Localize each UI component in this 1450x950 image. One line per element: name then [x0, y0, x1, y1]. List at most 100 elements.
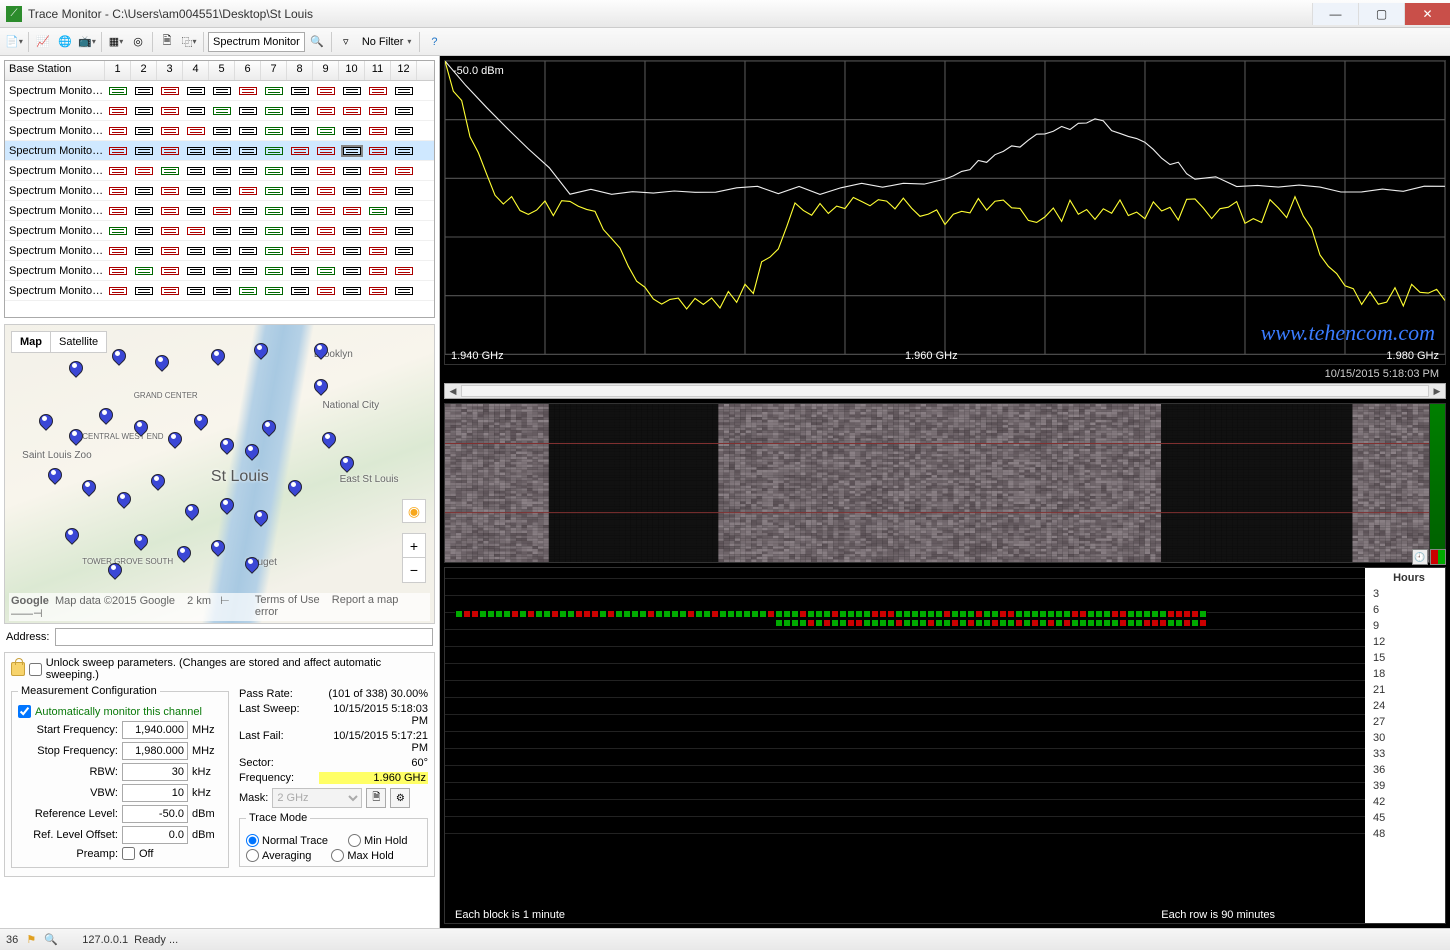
address-input[interactable]: [55, 628, 433, 646]
map-tab-satellite[interactable]: Satellite: [51, 332, 106, 352]
base-station-grid[interactable]: Base Station 1 2 3 4 5 6 7 8 9 10 11 12 …: [4, 60, 435, 318]
last-sweep-value: 10/15/2015 5:18:03 PM: [319, 703, 428, 727]
map-pin-icon[interactable]: [245, 557, 257, 575]
map-pin-icon[interactable]: [322, 432, 334, 450]
pegman-icon[interactable]: [402, 499, 426, 523]
table-row[interactable]: Spectrum Monito…: [5, 201, 434, 221]
map-pin-icon[interactable]: [99, 408, 111, 426]
map-pin-icon[interactable]: [117, 492, 129, 510]
ref-level-label: -50.0 dBm: [453, 65, 504, 77]
zoom-out-button[interactable]: −: [403, 558, 425, 582]
view-mode-combo[interactable]: Spectrum Monitor: [208, 32, 305, 52]
map-pin-icon[interactable]: [151, 474, 163, 492]
refoffset-input[interactable]: [122, 826, 188, 844]
map-pin-icon[interactable]: [69, 361, 81, 379]
map-pin-icon[interactable]: [168, 432, 180, 450]
map-pin-icon[interactable]: [48, 468, 60, 486]
map-type-toggle[interactable]: Map Satellite: [11, 331, 107, 353]
mask-doc-icon[interactable]: 🗎: [366, 788, 386, 808]
tm-minhold-radio[interactable]: [348, 834, 361, 847]
window-close-button[interactable]: ✕: [1404, 3, 1450, 25]
watermark-text: www.tehencom.com: [1261, 320, 1435, 346]
map-pin-icon[interactable]: [134, 534, 146, 552]
timeline-panel[interactable]: Each block is 1 minute Each row is 90 mi…: [444, 567, 1446, 924]
filter-funnel-icon[interactable]: ▿: [336, 32, 356, 52]
timeline-hours-axis: Hours 36912151821242730333639424548: [1365, 568, 1445, 923]
preamp-checkbox[interactable]: [122, 847, 135, 860]
monitor-icon[interactable]: 📺▾: [77, 32, 97, 52]
window-minimize-button[interactable]: —: [1312, 3, 1358, 25]
chart-icon[interactable]: 📈: [33, 32, 53, 52]
map-pin-icon[interactable]: [177, 546, 189, 564]
map-tab-map[interactable]: Map: [12, 332, 51, 352]
table-row[interactable]: Spectrum Monito…: [5, 121, 434, 141]
map-pin-icon[interactable]: [254, 510, 266, 528]
timeline-colorkey-icon[interactable]: [1430, 549, 1446, 565]
binoculars-icon[interactable]: 🔍: [307, 32, 327, 52]
map-zoom[interactable]: + −: [402, 533, 426, 583]
map-pin-icon[interactable]: [245, 444, 257, 462]
reflevel-input[interactable]: [122, 805, 188, 823]
table-row[interactable]: Spectrum Monito…: [5, 241, 434, 261]
map-pin-icon[interactable]: [314, 343, 326, 361]
unlock-sweep-checkbox[interactable]: [29, 663, 42, 676]
mask-gear-icon[interactable]: ⚙: [390, 788, 410, 808]
map-pin-icon[interactable]: [211, 349, 223, 367]
table-row[interactable]: Spectrum Monito…: [5, 81, 434, 101]
table-row[interactable]: Spectrum Monito…: [5, 101, 434, 121]
new-icon[interactable]: 📄▾: [4, 32, 24, 52]
rbw-input[interactable]: [122, 763, 188, 781]
start-freq-input[interactable]: [122, 721, 188, 739]
map-pin-icon[interactable]: [211, 540, 223, 558]
waterfall-plot[interactable]: [444, 403, 1446, 563]
tm-avg-radio[interactable]: [246, 849, 259, 862]
map-panel[interactable]: Map Satellite St Louis Brooklyn National…: [4, 324, 435, 624]
table-row[interactable]: Spectrum Monito…: [5, 281, 434, 301]
vbw-input[interactable]: [122, 784, 188, 802]
target-icon[interactable]: ◎: [128, 32, 148, 52]
map-pin-icon[interactable]: [254, 343, 266, 361]
map-pin-icon[interactable]: [220, 498, 232, 516]
map-pin-icon[interactable]: [288, 480, 300, 498]
stop-freq-input[interactable]: [122, 742, 188, 760]
map-pin-icon[interactable]: [39, 414, 51, 432]
map-pin-icon[interactable]: [340, 456, 352, 474]
map-pin-icon[interactable]: [69, 429, 81, 447]
copy-icon[interactable]: ⿻▾: [179, 32, 199, 52]
map-pin-icon[interactable]: [112, 349, 124, 367]
spectrum-plot[interactable]: -50.0 dBm 1.940 GHz 1.960 GHz 1.980 GHz …: [444, 60, 1446, 365]
table-row[interactable]: Spectrum Monito…: [5, 221, 434, 241]
timestamp-label: 10/15/2015 5:18:03 PM: [1325, 368, 1439, 380]
document-icon[interactable]: 🗎: [157, 32, 177, 52]
address-label: Address:: [6, 631, 49, 643]
map-pin-icon[interactable]: [262, 420, 274, 438]
map-pin-icon[interactable]: [65, 528, 77, 546]
map-pin-icon[interactable]: [185, 504, 197, 522]
map-pin-icon[interactable]: [220, 438, 232, 456]
table-row[interactable]: Spectrum Monito…: [5, 161, 434, 181]
help-icon[interactable]: ?: [424, 32, 444, 52]
table-row[interactable]: Spectrum Monito…: [5, 181, 434, 201]
auto-monitor-checkbox[interactable]: [18, 705, 31, 718]
globe-icon[interactable]: 🌐: [55, 32, 75, 52]
map-pin-icon[interactable]: [82, 480, 94, 498]
timeline-clock-icon[interactable]: 🕘: [1412, 549, 1428, 565]
table-row[interactable]: Spectrum Monito…: [5, 141, 434, 161]
spectrum-hscrollbar[interactable]: ◀▶: [444, 383, 1446, 399]
map-pin-icon[interactable]: [134, 420, 146, 438]
col-base-station[interactable]: Base Station: [5, 61, 105, 80]
zoom-in-button[interactable]: +: [403, 534, 425, 558]
window-maximize-button[interactable]: ▢: [1358, 3, 1404, 25]
mask-select[interactable]: 2 GHz: [272, 788, 362, 808]
tm-normal-radio[interactable]: [246, 834, 259, 847]
grid-icon[interactable]: ▦▾: [106, 32, 126, 52]
map-pin-icon[interactable]: [108, 563, 120, 581]
map-footer: Google Map data ©2015 Google 2 km ⊢——⊣ T…: [9, 593, 430, 621]
table-row[interactable]: Spectrum Monito…: [5, 261, 434, 281]
filter-combo[interactable]: No Filter▾: [358, 32, 416, 52]
map-pin-icon[interactable]: [194, 414, 206, 432]
status-ready: Ready ...: [134, 934, 178, 946]
map-pin-icon[interactable]: [155, 355, 167, 373]
map-pin-icon[interactable]: [314, 379, 326, 397]
tm-maxhold-radio[interactable]: [331, 849, 344, 862]
